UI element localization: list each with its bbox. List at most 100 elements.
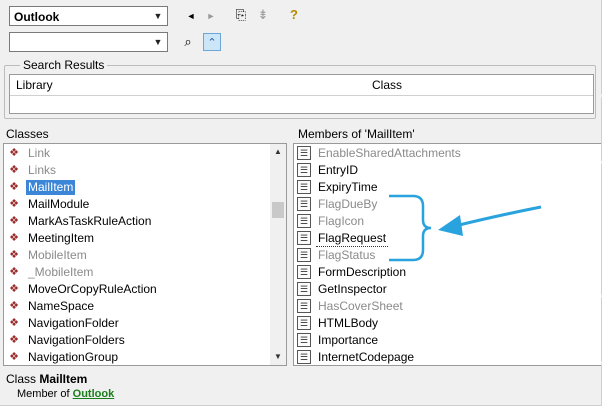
property-icon: ☰ xyxy=(297,180,311,194)
scroll-up-icon[interactable]: ▲ xyxy=(270,144,286,160)
property-icon: ☰ xyxy=(297,146,311,160)
class-list-item[interactable]: ❖ NameSpace xyxy=(4,298,286,315)
class-list-item[interactable]: ❖ MoveOrCopyRuleAction xyxy=(4,281,286,298)
item-label: FlagIcon xyxy=(318,214,365,228)
class-list-item[interactable]: ❖ MeetingItem xyxy=(4,230,286,247)
class-icon: ❖ xyxy=(9,266,19,278)
details-member-prefix: Member of xyxy=(17,388,73,400)
member-list-item[interactable]: ☰ FlagStatus xyxy=(294,247,601,264)
item-label: FlagRequest xyxy=(316,231,389,247)
class-icon: ❖ xyxy=(9,249,19,261)
toggle-search-results-button[interactable]: ⌃ xyxy=(203,33,221,51)
property-icon: ☰ xyxy=(297,282,311,296)
item-label: EnableSharedAttachments xyxy=(318,146,461,160)
library-dropdown-value: Outlook xyxy=(14,10,60,24)
details-class-name: MailItem xyxy=(39,372,88,386)
classes-list[interactable]: ❖ Link ❖ Links ❖ MailItem ❖ MailModule ❖ MarkAsTa… xyxy=(3,143,287,366)
property-icon: ☰ xyxy=(297,163,311,177)
view-definition-button[interactable]: ⇟ xyxy=(254,6,272,24)
item-label: NavigationGroup xyxy=(28,350,119,364)
class-list-item[interactable]: ❖ Link xyxy=(4,145,286,162)
class-icon: ❖ xyxy=(9,164,19,176)
back-button[interactable]: ◄ xyxy=(182,7,200,25)
class-list-item[interactable]: ❖ MailItem xyxy=(4,179,286,196)
class-icon: ❖ xyxy=(9,317,19,329)
details-class-line: Class MailItem xyxy=(6,372,114,386)
item-label: Importance xyxy=(318,333,379,347)
item-label: FlagStatus xyxy=(318,248,376,262)
property-icon: ☰ xyxy=(297,299,311,313)
member-list-item[interactable]: ☰ FormDescription xyxy=(294,264,601,281)
forward-button[interactable]: ► xyxy=(202,7,220,25)
class-list-item[interactable]: ❖ MailModule xyxy=(4,196,286,213)
property-icon: ☰ xyxy=(297,248,311,262)
item-label: MailModule xyxy=(28,197,90,211)
item-label: Links xyxy=(28,163,57,177)
pane-splitter[interactable] xyxy=(287,143,293,366)
scroll-down-icon[interactable]: ▼ xyxy=(270,349,286,365)
item-label: MarkAsTaskRuleAction xyxy=(28,214,152,228)
class-list-item[interactable]: ❖ NavigationGroup xyxy=(4,349,286,365)
item-label: Link xyxy=(28,146,51,160)
property-icon: ☰ xyxy=(297,316,311,330)
class-list-item[interactable]: ❖ NavigationFolder xyxy=(4,315,286,332)
chevron-down-icon: ▼ xyxy=(153,37,163,47)
item-label: HasCoverSheet xyxy=(318,299,403,313)
class-icon: ❖ xyxy=(9,334,19,346)
help-button[interactable]: ? xyxy=(285,6,303,24)
item-label: NameSpace xyxy=(28,299,95,313)
class-icon: ❖ xyxy=(9,351,19,363)
item-label: HTMLBody xyxy=(318,316,379,330)
class-icon: ❖ xyxy=(9,215,19,227)
member-list-item[interactable]: ☰ Importance xyxy=(294,332,601,349)
member-list-item[interactable]: ☰ GetInspector xyxy=(294,281,601,298)
search-results-list[interactable]: Library Class xyxy=(9,74,594,114)
classes-pane-title: Classes xyxy=(6,127,49,141)
item-label: EntryID xyxy=(318,163,359,177)
member-list-item[interactable]: ☰ FlagIcon xyxy=(294,213,601,230)
item-label: GetInspector xyxy=(318,282,387,296)
member-list-item[interactable]: ☰ ExpiryTime xyxy=(294,179,601,196)
property-icon: ☰ xyxy=(297,197,311,211)
member-list-item[interactable]: ☰ InternetCodepage xyxy=(294,349,601,365)
class-icon: ❖ xyxy=(9,198,19,210)
item-label: NavigationFolders xyxy=(28,333,125,347)
property-icon: ☰ xyxy=(297,333,311,347)
class-list-item[interactable]: ❖ MobileItem xyxy=(4,247,286,264)
item-label: _MobileItem xyxy=(28,265,94,279)
member-list-item[interactable]: ☰ FlagRequest xyxy=(294,230,601,247)
property-icon: ☰ xyxy=(297,265,311,279)
scroll-thumb[interactable] xyxy=(272,202,284,218)
library-link[interactable]: Outlook xyxy=(73,388,115,400)
class-icon: ❖ xyxy=(9,232,19,244)
chevron-down-icon: ▼ xyxy=(153,11,163,21)
property-icon: ☰ xyxy=(297,214,311,228)
member-list-item[interactable]: ☰ FlagDueBy xyxy=(294,196,601,213)
details-member-line: Member of Outlook xyxy=(17,388,114,400)
class-list-item[interactable]: ❖ NavigationFolders xyxy=(4,332,286,349)
details-pane: Class MailItem Member of Outlook xyxy=(6,372,114,400)
property-icon: ☰ xyxy=(297,350,311,364)
member-list-item[interactable]: ☰ HTMLBody xyxy=(294,315,601,332)
classes-scrollbar[interactable]: ▲ ▼ xyxy=(270,144,286,365)
class-icon: ❖ xyxy=(9,181,19,193)
item-label: ExpiryTime xyxy=(318,180,378,194)
class-icon: ❖ xyxy=(9,283,19,295)
column-header-class[interactable]: Class xyxy=(372,78,402,92)
member-list-item[interactable]: ☰ EntryID xyxy=(294,162,601,179)
item-label: FormDescription xyxy=(318,265,407,279)
class-list-item[interactable]: ❖ _MobileItem xyxy=(4,264,286,281)
class-list-item[interactable]: ❖ Links xyxy=(4,162,286,179)
object-browser-window: Outlook ▼ ◄ ► ⎘ ⇟ ? ▼ ⌕ ⌃ Search Results… xyxy=(0,0,602,406)
column-header-library[interactable]: Library xyxy=(16,78,53,92)
members-list[interactable]: ☰ EnableSharedAttachments ☰ EntryID ☰ ExpiryT… xyxy=(293,143,601,366)
member-list-item[interactable]: ☰ HasCoverSheet xyxy=(294,298,601,315)
class-list-item[interactable]: ❖ MarkAsTaskRuleAction xyxy=(4,213,286,230)
library-dropdown[interactable]: Outlook ▼ xyxy=(9,6,168,26)
property-icon: ☰ xyxy=(297,231,311,245)
search-text-combo[interactable]: ▼ xyxy=(9,32,168,52)
header-divider xyxy=(10,95,593,96)
copy-to-clipboard-button[interactable]: ⎘ xyxy=(232,6,250,24)
member-list-item[interactable]: ☰ EnableSharedAttachments xyxy=(294,145,601,162)
search-button[interactable]: ⌕ xyxy=(179,33,197,51)
